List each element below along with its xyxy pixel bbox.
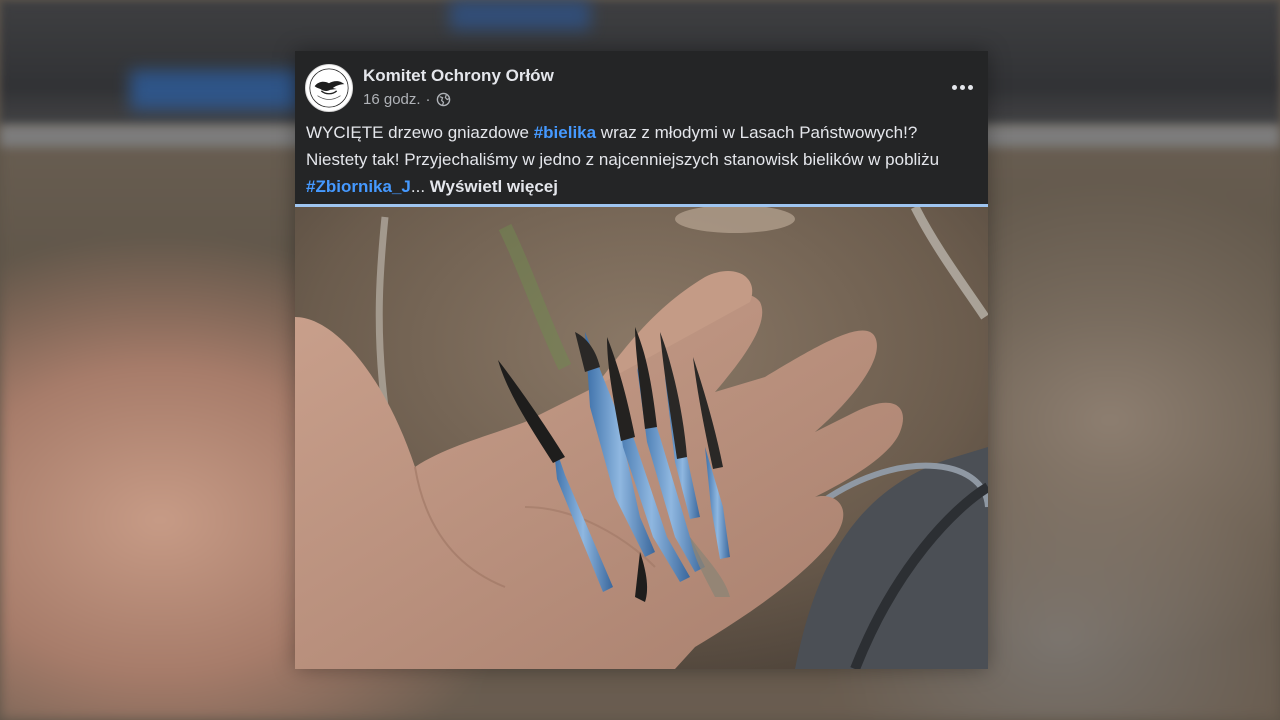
- blurred-background-blob: [450, 0, 590, 30]
- blurred-background-blob: [130, 70, 300, 110]
- hashtag-link[interactable]: #bielika: [534, 123, 596, 142]
- post-timestamp[interactable]: 16 godz.: [363, 91, 421, 108]
- post-text: WYCIĘTE drzewo gniazdowe #bielika wraz z…: [306, 119, 976, 200]
- more-horizontal-icon: [959, 84, 965, 90]
- post-header: Komitet Ochrony Orłów 16 godz. ·: [295, 51, 988, 123]
- post-text-part: WYCIĘTE drzewo gniazdowe: [306, 123, 534, 142]
- post-photo[interactable]: [295, 207, 988, 669]
- page-name-link[interactable]: Komitet Ochrony Orłów: [363, 66, 554, 86]
- more-horizontal-icon: [967, 84, 973, 90]
- post-text-ellipsis: ...: [410, 177, 430, 196]
- meta-separator: ·: [425, 91, 431, 108]
- eagle-logo-icon: [306, 65, 352, 111]
- hashtag-link[interactable]: #Zbiornika_J: [306, 177, 411, 196]
- see-more-link[interactable]: Wyświetl więcej: [430, 177, 558, 196]
- more-horizontal-icon: [951, 84, 957, 90]
- page-avatar[interactable]: [305, 64, 353, 112]
- more-options-button[interactable]: [948, 73, 976, 101]
- post-meta: 16 godz. ·: [363, 91, 451, 108]
- facebook-post: Komitet Ochrony Orłów 16 godz. · WYCIĘTE…: [295, 51, 988, 669]
- globe-icon[interactable]: [436, 92, 451, 107]
